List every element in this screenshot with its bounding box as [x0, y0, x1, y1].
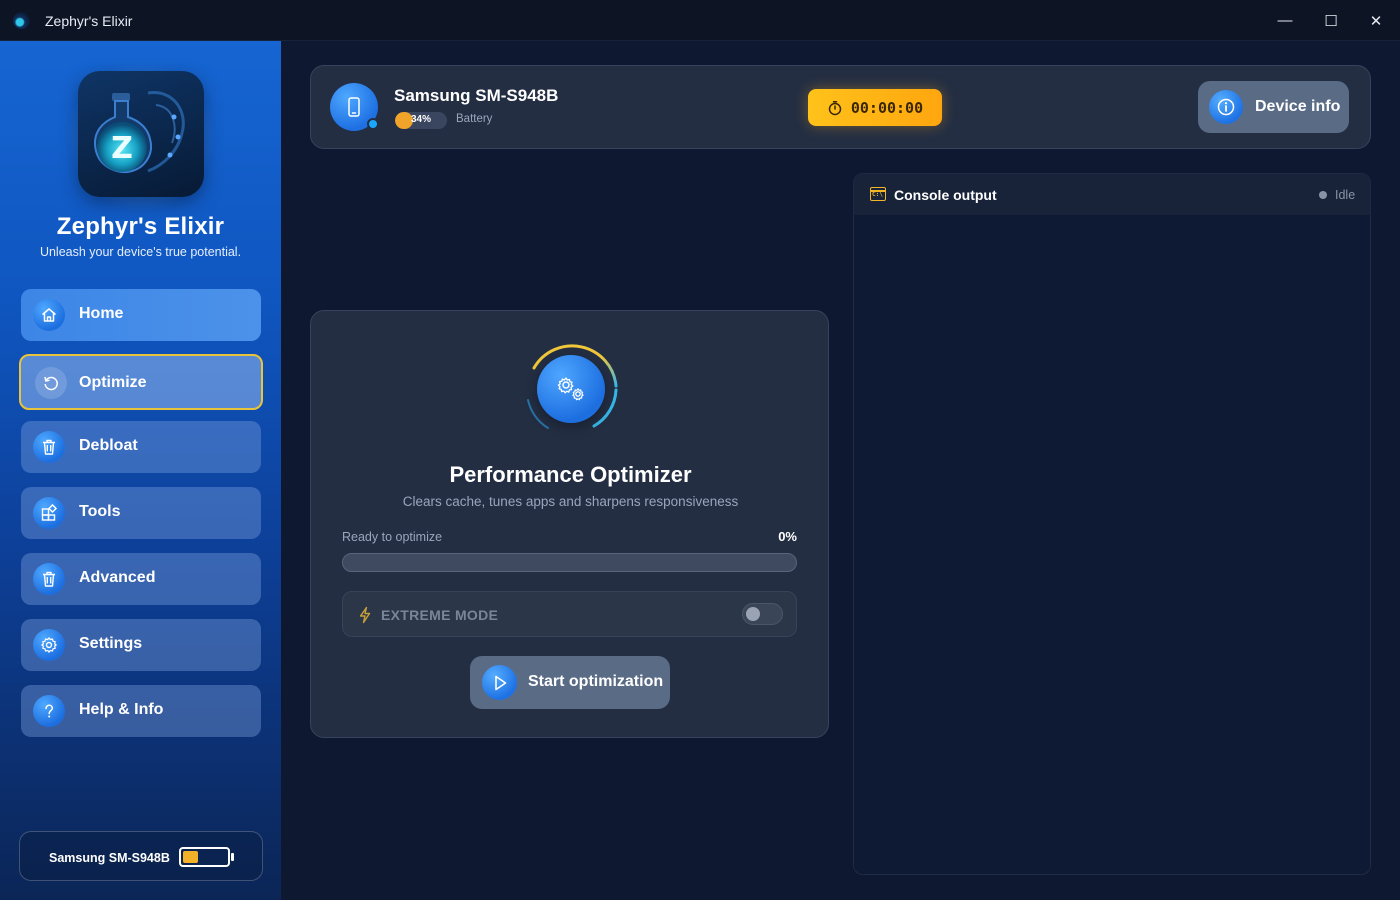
extreme-mode-toggle[interactable] [742, 603, 783, 625]
trash-icon [33, 563, 65, 595]
terminal-icon [870, 187, 886, 201]
stopwatch-icon [828, 100, 842, 115]
sidebar-item-tools[interactable]: Tools [21, 487, 261, 539]
brand-name: Zephyr's Elixir [56, 213, 225, 240]
start-optimization-button[interactable]: Start optimization [470, 656, 670, 709]
info-icon [1209, 90, 1243, 124]
console-status-dot [1319, 191, 1327, 199]
gears-icon [537, 355, 605, 423]
console-panel: Console output Idle [853, 173, 1371, 875]
tools-icon [33, 497, 65, 529]
sidebar-item-label: Optimize [79, 374, 147, 391]
title-bar: Zephyr's Elixir — ☐ ✕ [0, 0, 1400, 41]
close-button[interactable]: ✕ [1353, 0, 1399, 41]
timer-value: 00:00:00 [850, 98, 924, 117]
sidebar-item-settings[interactable]: Settings [21, 619, 261, 671]
lightning-icon [359, 606, 371, 624]
battery-percent: 34% [410, 114, 431, 125]
progress-status: Ready to optimize [342, 530, 443, 544]
progress-bar [342, 553, 797, 572]
progress-percent: 0% [778, 529, 797, 544]
question-icon [33, 695, 65, 727]
extreme-mode-row: EXTREME MODE [342, 591, 797, 637]
app-logo: Z [78, 71, 204, 197]
battery-icon [179, 847, 234, 867]
brand-tagline: Unleash your device's true potential. [39, 245, 242, 259]
console-header: Console output Idle [854, 174, 1370, 215]
sidebar-item-help[interactable]: Help & Info [21, 685, 261, 737]
connection-status-dot [367, 118, 379, 130]
sidebar-item-home[interactable]: Home [21, 289, 261, 341]
console-status: Idle [1335, 188, 1356, 202]
optimizer-title: Performance Optimizer [449, 462, 692, 487]
home-icon [33, 299, 65, 331]
console-title: Console output [894, 187, 997, 203]
minimize-button[interactable]: — [1262, 0, 1308, 41]
device-info-label: Device info [1255, 98, 1341, 115]
trash-icon [33, 431, 65, 463]
play-icon [482, 665, 517, 700]
performance-optimizer-card: Performance Optimizer Clears cache, tune… [310, 310, 829, 738]
device-info-button[interactable]: Device info [1198, 81, 1349, 133]
session-timer: 00:00:00 [808, 89, 942, 126]
maximize-button[interactable]: ☐ [1308, 0, 1354, 41]
sidebar: Z Zephyr's Elixir Unleash your device's … [0, 41, 281, 900]
battery-label: Battery [456, 113, 493, 125]
sidebar-item-label: Tools [79, 503, 121, 520]
app-icon [13, 12, 30, 29]
sidebar-item-debloat[interactable]: Debloat [21, 421, 261, 473]
battery-pill: 34% [395, 112, 447, 129]
gear-icon [33, 629, 65, 661]
sidebar-device-card: Samsung SM-S948B [19, 831, 263, 881]
start-optimization-label: Start optimization [528, 673, 664, 690]
svg-text:Z: Z [111, 131, 133, 166]
device-name: Samsung SM-S948B [394, 86, 559, 105]
sidebar-item-label: Home [79, 305, 124, 322]
sidebar-item-advanced[interactable]: Advanced [21, 553, 261, 605]
sidebar-device-name: Samsung SM-S948B [49, 851, 170, 865]
flask-logo-icon: Z [94, 91, 185, 173]
optimizer-subtitle: Clears cache, tunes apps and sharpens re… [402, 494, 739, 509]
extreme-mode-label: EXTREME MODE [381, 607, 499, 623]
sidebar-item-label: Debloat [79, 437, 138, 454]
sidebar-item-optimize[interactable]: Optimize [19, 354, 263, 410]
sidebar-item-label: Help & Info [79, 701, 164, 718]
toggle-knob [746, 607, 760, 621]
sidebar-item-label: Settings [79, 635, 143, 652]
device-header: Samsung SM-S948B 34% Battery 00:00:00 De… [310, 65, 1371, 149]
window-title: Zephyr's Elixir [45, 13, 133, 29]
phone-icon [330, 83, 379, 131]
sidebar-item-label: Advanced [79, 569, 156, 586]
console-output-area[interactable] [854, 215, 1370, 874]
refresh-icon [35, 367, 67, 399]
battery-fill [183, 851, 198, 863]
